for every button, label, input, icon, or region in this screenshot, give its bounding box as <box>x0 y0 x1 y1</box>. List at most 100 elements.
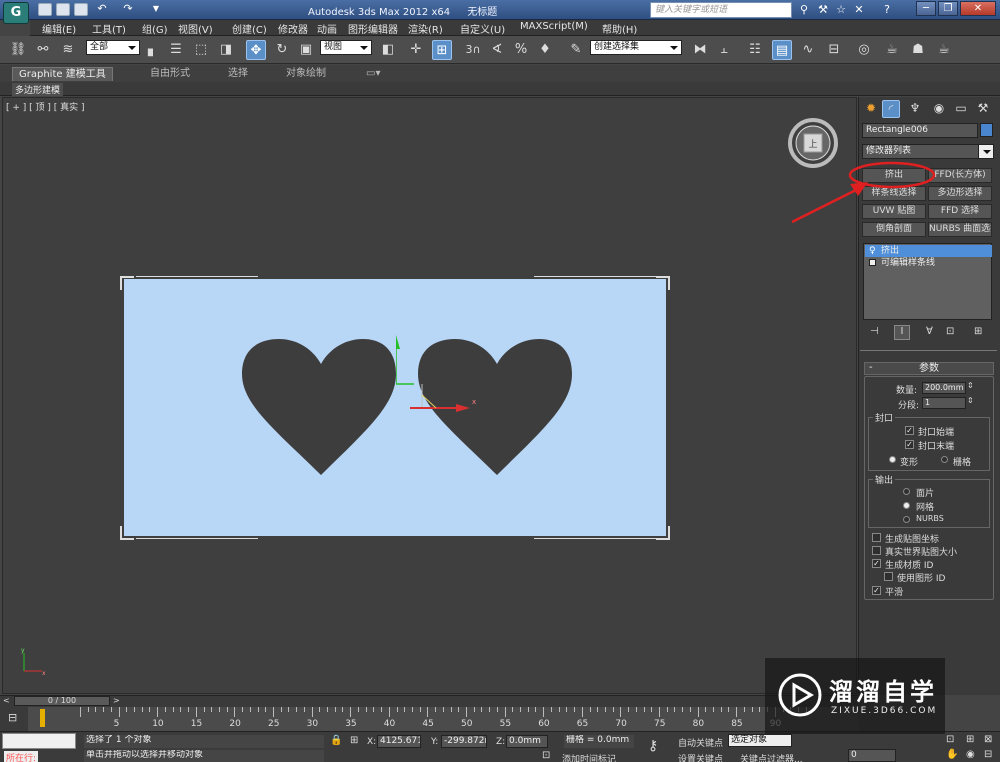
zoom-all-icon[interactable]: ⊞ <box>966 734 974 745</box>
rectangular-selection-icon[interactable]: ⬚ <box>191 40 211 60</box>
bulb-icon[interactable]: ♀ <box>869 245 876 257</box>
material-editor-icon[interactable]: ◎ <box>854 40 874 60</box>
unlink-icon[interactable]: ⚯ <box>33 40 53 60</box>
link-icon[interactable]: ⛓ <box>8 40 28 60</box>
time-next-icon[interactable]: > <box>113 696 120 705</box>
select-rotate-icon[interactable]: ↻ <box>272 40 292 60</box>
key-icon[interactable]: ⚷ <box>648 738 658 754</box>
stack-item-extrude[interactable]: ♀ 挤出 <box>865 245 992 257</box>
align-icon[interactable]: ⫠ <box>714 40 734 60</box>
mirror-icon[interactable]: ⧓ <box>690 40 710 60</box>
motion-tab-icon[interactable]: ◉ <box>930 100 948 118</box>
lock-icon[interactable]: 🔒 <box>330 735 342 746</box>
real-world-map-checkbox[interactable] <box>872 546 881 555</box>
orbit-icon[interactable]: ◉ <box>966 749 975 760</box>
timeline-ruler[interactable]: ⊟ 51015202530354045505560657075808590 <box>0 707 858 731</box>
save-file-icon[interactable] <box>74 3 88 16</box>
menu-group[interactable]: 组(G) <box>142 21 168 36</box>
create-tab-icon[interactable]: ✹ <box>862 100 880 118</box>
menu-views[interactable]: 视图(V) <box>178 21 213 36</box>
configure-sets-icon[interactable]: ⊞ <box>974 326 982 337</box>
modifier-list-arrow-icon[interactable] <box>978 144 994 159</box>
utilities-tab-icon[interactable]: ⚒ <box>974 100 992 118</box>
edit-named-selection-icon[interactable]: ✎ <box>566 40 586 60</box>
select-by-name-icon[interactable]: ☰ <box>166 40 186 60</box>
menu-help[interactable]: 帮助(H) <box>602 21 637 36</box>
close-search-icon[interactable]: ✕ <box>851 2 867 18</box>
display-tab-icon[interactable]: ▭ <box>952 100 970 118</box>
cap-start-checkbox[interactable]: ✓ <box>905 426 914 435</box>
current-frame-field[interactable]: 0 <box>848 749 896 762</box>
search-input[interactable]: 键入关键字或短语 <box>650 2 792 18</box>
selection-filter-dropdown[interactable]: 全部 <box>86 40 140 55</box>
amount-field[interactable]: 200.0mm <box>922 382 966 394</box>
gen-mat-ids-checkbox[interactable]: ✓ <box>872 559 881 568</box>
hierarchy-tab-icon[interactable]: ♆ <box>906 100 924 118</box>
help-icon[interactable]: ? <box>879 2 895 18</box>
time-slider[interactable]: 0 / 100 <box>14 696 110 706</box>
app-logo[interactable]: G <box>3 2 29 24</box>
open-file-icon[interactable] <box>56 3 70 16</box>
angle-snap-icon[interactable]: ∢ <box>487 40 507 60</box>
window-crossing-icon[interactable]: ◨ <box>216 40 236 60</box>
curve-editor-icon[interactable]: ∿ <box>798 40 818 60</box>
ribbon-options-icon[interactable]: ▭▾ <box>360 67 386 81</box>
keyboard-shortcut-override-icon[interactable]: ⊞ <box>432 40 452 60</box>
object-name-field[interactable]: Rectangle006 <box>862 123 978 138</box>
maxscript-running-label[interactable]: 所在行: <box>4 751 39 762</box>
absolute-mode-icon[interactable]: ⊞ <box>350 735 358 746</box>
new-file-icon[interactable] <box>38 3 52 16</box>
tab-freeform[interactable]: 自由形式 <box>144 67 196 81</box>
move-gizmo[interactable]: y x <box>396 335 476 415</box>
time-marker[interactable] <box>40 709 45 727</box>
segments-field[interactable]: 1 <box>922 397 966 409</box>
remove-modifier-icon[interactable]: ⊡ <box>946 326 954 337</box>
mesh-radio[interactable] <box>903 502 910 509</box>
z-coordinate-field[interactable]: 0.0mm <box>506 735 548 748</box>
menu-edit[interactable]: 编辑(E) <box>42 21 76 36</box>
menu-modifiers[interactable]: 修改器 <box>278 21 308 36</box>
menu-tools[interactable]: 工具(T) <box>92 21 126 36</box>
tab-object-paint[interactable]: 对象绘制 <box>280 67 332 81</box>
menu-maxscript[interactable]: MAXScript(M) <box>520 21 588 32</box>
close-button[interactable]: ✕ <box>960 1 996 16</box>
add-time-tag[interactable]: 添加时间标记 <box>562 752 616 762</box>
cap-end-checkbox[interactable]: ✓ <box>905 440 914 449</box>
mini-curve-editor-icon[interactable]: ⊟ <box>8 711 17 724</box>
pivot-center-icon[interactable]: ◧ <box>378 40 398 60</box>
menu-graph-editors[interactable]: 图形编辑器 <box>348 21 398 36</box>
amount-spinner-icon[interactable]: ⇕ <box>967 381 974 390</box>
gen-map-coords-checkbox[interactable] <box>872 533 881 542</box>
menu-animation[interactable]: 动画 <box>317 21 337 36</box>
menu-rendering[interactable]: 渲染(R) <box>408 21 443 36</box>
layer-manager-icon[interactable]: ☷ <box>745 40 765 60</box>
parameters-rollout-header[interactable]: - 参数 <box>864 362 994 375</box>
menu-create[interactable]: 创建(C) <box>232 21 267 36</box>
render-setup-icon[interactable]: ☕ <box>882 40 902 60</box>
patch-radio[interactable] <box>903 488 910 495</box>
redo-icon[interactable]: ↷ <box>120 1 136 17</box>
tab-graphite-modeling[interactable]: Graphite 建模工具 <box>12 67 113 81</box>
binoculars-icon[interactable]: ⚲ <box>796 2 812 18</box>
select-object-icon[interactable]: ▖ <box>143 40 163 60</box>
select-manipulate-icon[interactable]: ✛ <box>406 40 426 60</box>
menu-customize[interactable]: 自定义(U) <box>460 21 505 36</box>
select-move-icon[interactable]: ✥ <box>246 40 266 60</box>
use-shape-ids-checkbox[interactable] <box>884 572 893 581</box>
restore-button[interactable]: ❐ <box>938 1 958 16</box>
modify-tab-icon[interactable]: ◜ <box>882 100 900 118</box>
make-unique-icon[interactable]: ∀ <box>926 326 933 337</box>
modifier-stack[interactable]: ♀ 挤出 可编辑样条线 <box>863 243 992 320</box>
pin-stack-icon[interactable]: ⊣ <box>870 326 879 337</box>
y-coordinate-field[interactable]: -299.872m <box>441 735 487 748</box>
stack-item-editable-spline[interactable]: 可编辑样条线 <box>865 257 992 269</box>
reference-coordinate-dropdown[interactable]: 视图 <box>320 40 372 55</box>
time-tag-icon[interactable]: ⊡ <box>542 750 550 761</box>
nurbs-radio[interactable] <box>903 516 910 523</box>
named-selection-dropdown[interactable]: 创建选择集 <box>590 40 682 55</box>
undo-icon[interactable]: ↶ <box>94 1 110 17</box>
bind-spacewarp-icon[interactable]: ≋ <box>58 40 78 60</box>
rendered-frame-icon[interactable]: ☗ <box>908 40 928 60</box>
x-coordinate-field[interactable]: 4125.671m <box>377 735 421 748</box>
favorites-icon[interactable]: ☆ <box>833 2 849 18</box>
